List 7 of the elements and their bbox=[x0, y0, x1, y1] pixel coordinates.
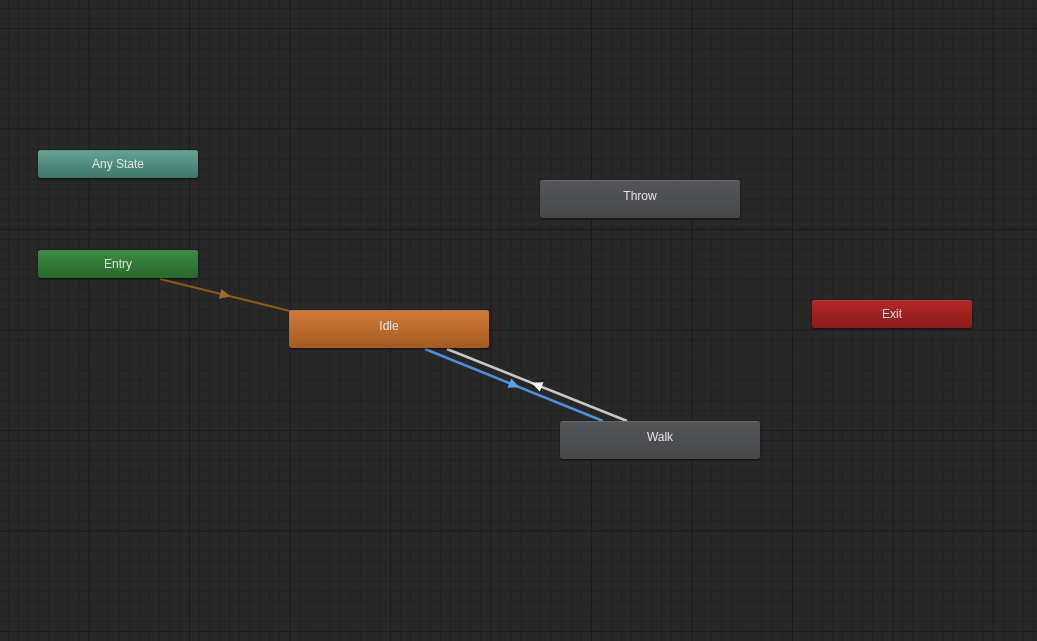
state-node[interactable]: Any State bbox=[38, 150, 198, 178]
state-node[interactable]: Entry bbox=[38, 250, 198, 278]
state-node[interactable]: Throw bbox=[540, 180, 740, 218]
state-node[interactable]: Idle bbox=[289, 310, 489, 348]
transition-arrow[interactable] bbox=[424, 347, 604, 423]
state-node[interactable]: Walk bbox=[560, 421, 760, 459]
state-node[interactable]: Exit bbox=[812, 300, 972, 328]
